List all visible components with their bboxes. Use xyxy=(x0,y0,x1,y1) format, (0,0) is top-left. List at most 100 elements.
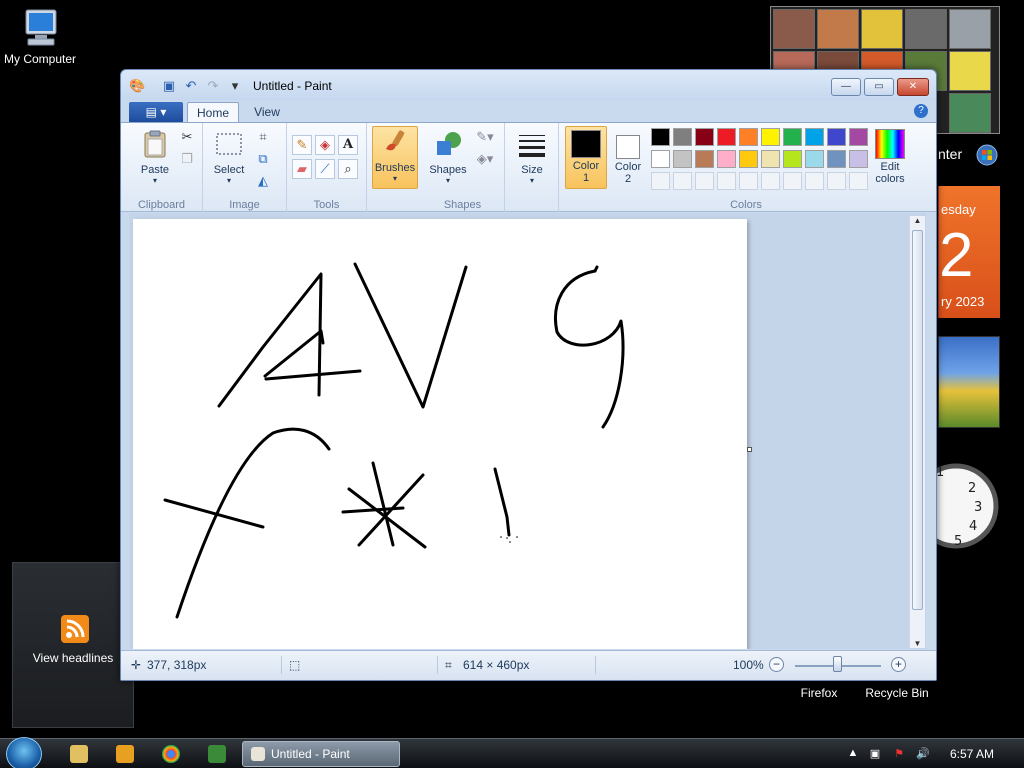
rotate-icon[interactable]: ◭ xyxy=(253,171,273,191)
palette-empty-swatch[interactable] xyxy=(673,172,692,190)
maximize-button[interactable]: ▭ xyxy=(864,78,894,96)
palette-swatch[interactable] xyxy=(717,128,736,146)
photo-gadget[interactable] xyxy=(938,336,1000,428)
desktop-icon-firefox[interactable]: Firefox xyxy=(790,686,848,700)
edit-colors-button[interactable]: Edit colors xyxy=(867,129,913,185)
start-button[interactable] xyxy=(6,737,42,768)
desktop-icon-recycle-bin[interactable]: Recycle Bin xyxy=(860,686,934,700)
palette-swatch[interactable] xyxy=(827,128,846,146)
scroll-down-icon[interactable]: ▼ xyxy=(910,639,925,648)
paint-menu-button[interactable]: ▤ ▾ xyxy=(129,102,183,122)
outline-icon[interactable]: ✎▾ xyxy=(471,127,499,147)
explorer-icon[interactable] xyxy=(70,745,88,763)
eraser-icon[interactable]: ▰ xyxy=(292,159,312,179)
save-icon[interactable]: ▣ xyxy=(161,78,177,94)
vertical-scrollbar[interactable]: ▲ ▼ xyxy=(909,216,925,648)
palette-swatch[interactable] xyxy=(849,128,868,146)
calendar-weekday: esday xyxy=(941,202,976,217)
palette-empty-swatch[interactable] xyxy=(739,172,758,190)
palette-empty-swatch[interactable] xyxy=(849,172,868,190)
canvas-area[interactable] xyxy=(129,213,926,649)
palette-empty-swatch[interactable] xyxy=(717,172,736,190)
scrollbar-thumb[interactable] xyxy=(912,230,923,610)
select-button[interactable]: Select ▾ xyxy=(209,129,249,185)
fill-bucket-icon[interactable]: ◈ xyxy=(315,135,335,155)
color-picker-icon[interactable]: ⟋ xyxy=(315,159,335,179)
palette-swatch[interactable] xyxy=(805,150,824,168)
taskbar-clock[interactable]: 6:57 AM xyxy=(950,747,994,761)
palette-swatch[interactable] xyxy=(849,150,868,168)
title-bar[interactable]: 🎨 ▣ ↶ ↷ ▾ Untitled - Paint — ▭ ✕ xyxy=(121,70,936,100)
action-center-icon[interactable]: ⚑ xyxy=(892,747,906,761)
palette-swatch[interactable] xyxy=(695,128,714,146)
size-button[interactable]: Size ▾ xyxy=(511,129,553,185)
undo-icon[interactable]: ↶ xyxy=(183,78,199,94)
feed-headlines-gadget[interactable]: View headlines xyxy=(12,562,134,728)
tray-expand-icon[interactable]: ▲ xyxy=(846,747,860,761)
select-label: Select xyxy=(213,164,245,176)
palette-swatch[interactable] xyxy=(827,150,846,168)
help-icon[interactable]: ? xyxy=(914,104,928,118)
zoom-slider-thumb[interactable] xyxy=(833,656,842,672)
zoom-out-button[interactable]: − xyxy=(769,657,784,672)
palette-swatch[interactable] xyxy=(651,128,670,146)
palette-swatch[interactable] xyxy=(651,150,670,168)
close-button[interactable]: ✕ xyxy=(897,78,929,96)
taskbar-paint-button[interactable]: Untitled - Paint xyxy=(242,741,400,767)
palette-swatch[interactable] xyxy=(761,128,780,146)
view-headlines-link[interactable]: View headlines xyxy=(13,651,133,665)
cut-icon[interactable]: ✂ xyxy=(177,127,197,147)
color-2-button[interactable]: Color 2 xyxy=(609,129,647,185)
zoom-in-button[interactable]: + xyxy=(891,657,906,672)
tab-view[interactable]: View xyxy=(243,102,291,122)
palette-swatch[interactable] xyxy=(761,150,780,168)
shapes-button[interactable]: Shapes ▾ xyxy=(427,129,469,185)
scroll-up-icon[interactable]: ▲ xyxy=(910,216,925,225)
canvas-resize-handle[interactable] xyxy=(747,447,752,452)
chevron-down-icon: ▾ xyxy=(392,174,397,183)
palette-empty-swatch[interactable] xyxy=(651,172,670,190)
minimize-button[interactable]: — xyxy=(831,78,861,96)
palette-swatch[interactable] xyxy=(783,128,802,146)
palette-swatch[interactable] xyxy=(739,128,758,146)
drawing-canvas[interactable] xyxy=(133,219,747,649)
palette-swatch[interactable] xyxy=(695,150,714,168)
fill-icon[interactable]: ◈▾ xyxy=(471,149,499,169)
app-icon[interactable] xyxy=(208,745,226,763)
palette-swatch[interactable] xyxy=(673,128,692,146)
paste-button[interactable]: Paste ▾ xyxy=(135,129,175,185)
palette-swatch[interactable] xyxy=(783,150,802,168)
palette-swatch[interactable] xyxy=(739,150,758,168)
palette-empty-swatch[interactable] xyxy=(783,172,802,190)
palette-empty-swatch[interactable] xyxy=(761,172,780,190)
size-label: Size xyxy=(521,164,543,176)
palette-swatch[interactable] xyxy=(717,150,736,168)
magnifier-icon[interactable]: ⌕ xyxy=(338,159,358,179)
chrome-icon[interactable] xyxy=(162,745,180,763)
quick-access-dropdown-icon[interactable]: ▾ xyxy=(227,78,243,94)
text-tool-icon[interactable]: A xyxy=(338,135,358,155)
palette-swatch[interactable] xyxy=(673,150,692,168)
group-label: Clipboard xyxy=(137,199,186,211)
resize-icon[interactable]: ⧉ xyxy=(253,149,273,169)
paint-app-icon[interactable]: 🎨 xyxy=(129,78,145,94)
media-center-gadget-label[interactable]: nter xyxy=(938,146,962,162)
color-1-button[interactable]: Color 1 xyxy=(565,126,607,189)
volume-icon[interactable]: 🔊 xyxy=(916,747,930,761)
clock-gadget[interactable]: 2 3 4 5 1 xyxy=(926,444,1002,564)
palette-empty-swatch[interactable] xyxy=(827,172,846,190)
pencil-icon[interactable]: ✎ xyxy=(292,135,312,155)
copy-icon[interactable]: ❐ xyxy=(177,149,197,169)
paint-window: 🎨 ▣ ↶ ↷ ▾ Untitled - Paint — ▭ ✕ ▤ ▾ Hom… xyxy=(120,69,937,681)
media-player-icon[interactable] xyxy=(116,745,134,763)
crop-icon[interactable]: ⌗ xyxy=(253,127,273,147)
palette-swatch[interactable] xyxy=(805,128,824,146)
desktop-icon-my-computer[interactable]: My Computer xyxy=(0,8,80,66)
palette-empty-swatch[interactable] xyxy=(805,172,824,190)
redo-icon[interactable]: ↷ xyxy=(205,78,221,94)
tab-home[interactable]: Home xyxy=(187,102,239,122)
palette-empty-swatch[interactable] xyxy=(695,172,714,190)
calendar-gadget[interactable]: esday 2 ry 2023 xyxy=(938,186,1000,318)
network-icon[interactable]: ▣ xyxy=(868,747,882,761)
brushes-button[interactable]: Brushes ▾ xyxy=(372,126,418,189)
